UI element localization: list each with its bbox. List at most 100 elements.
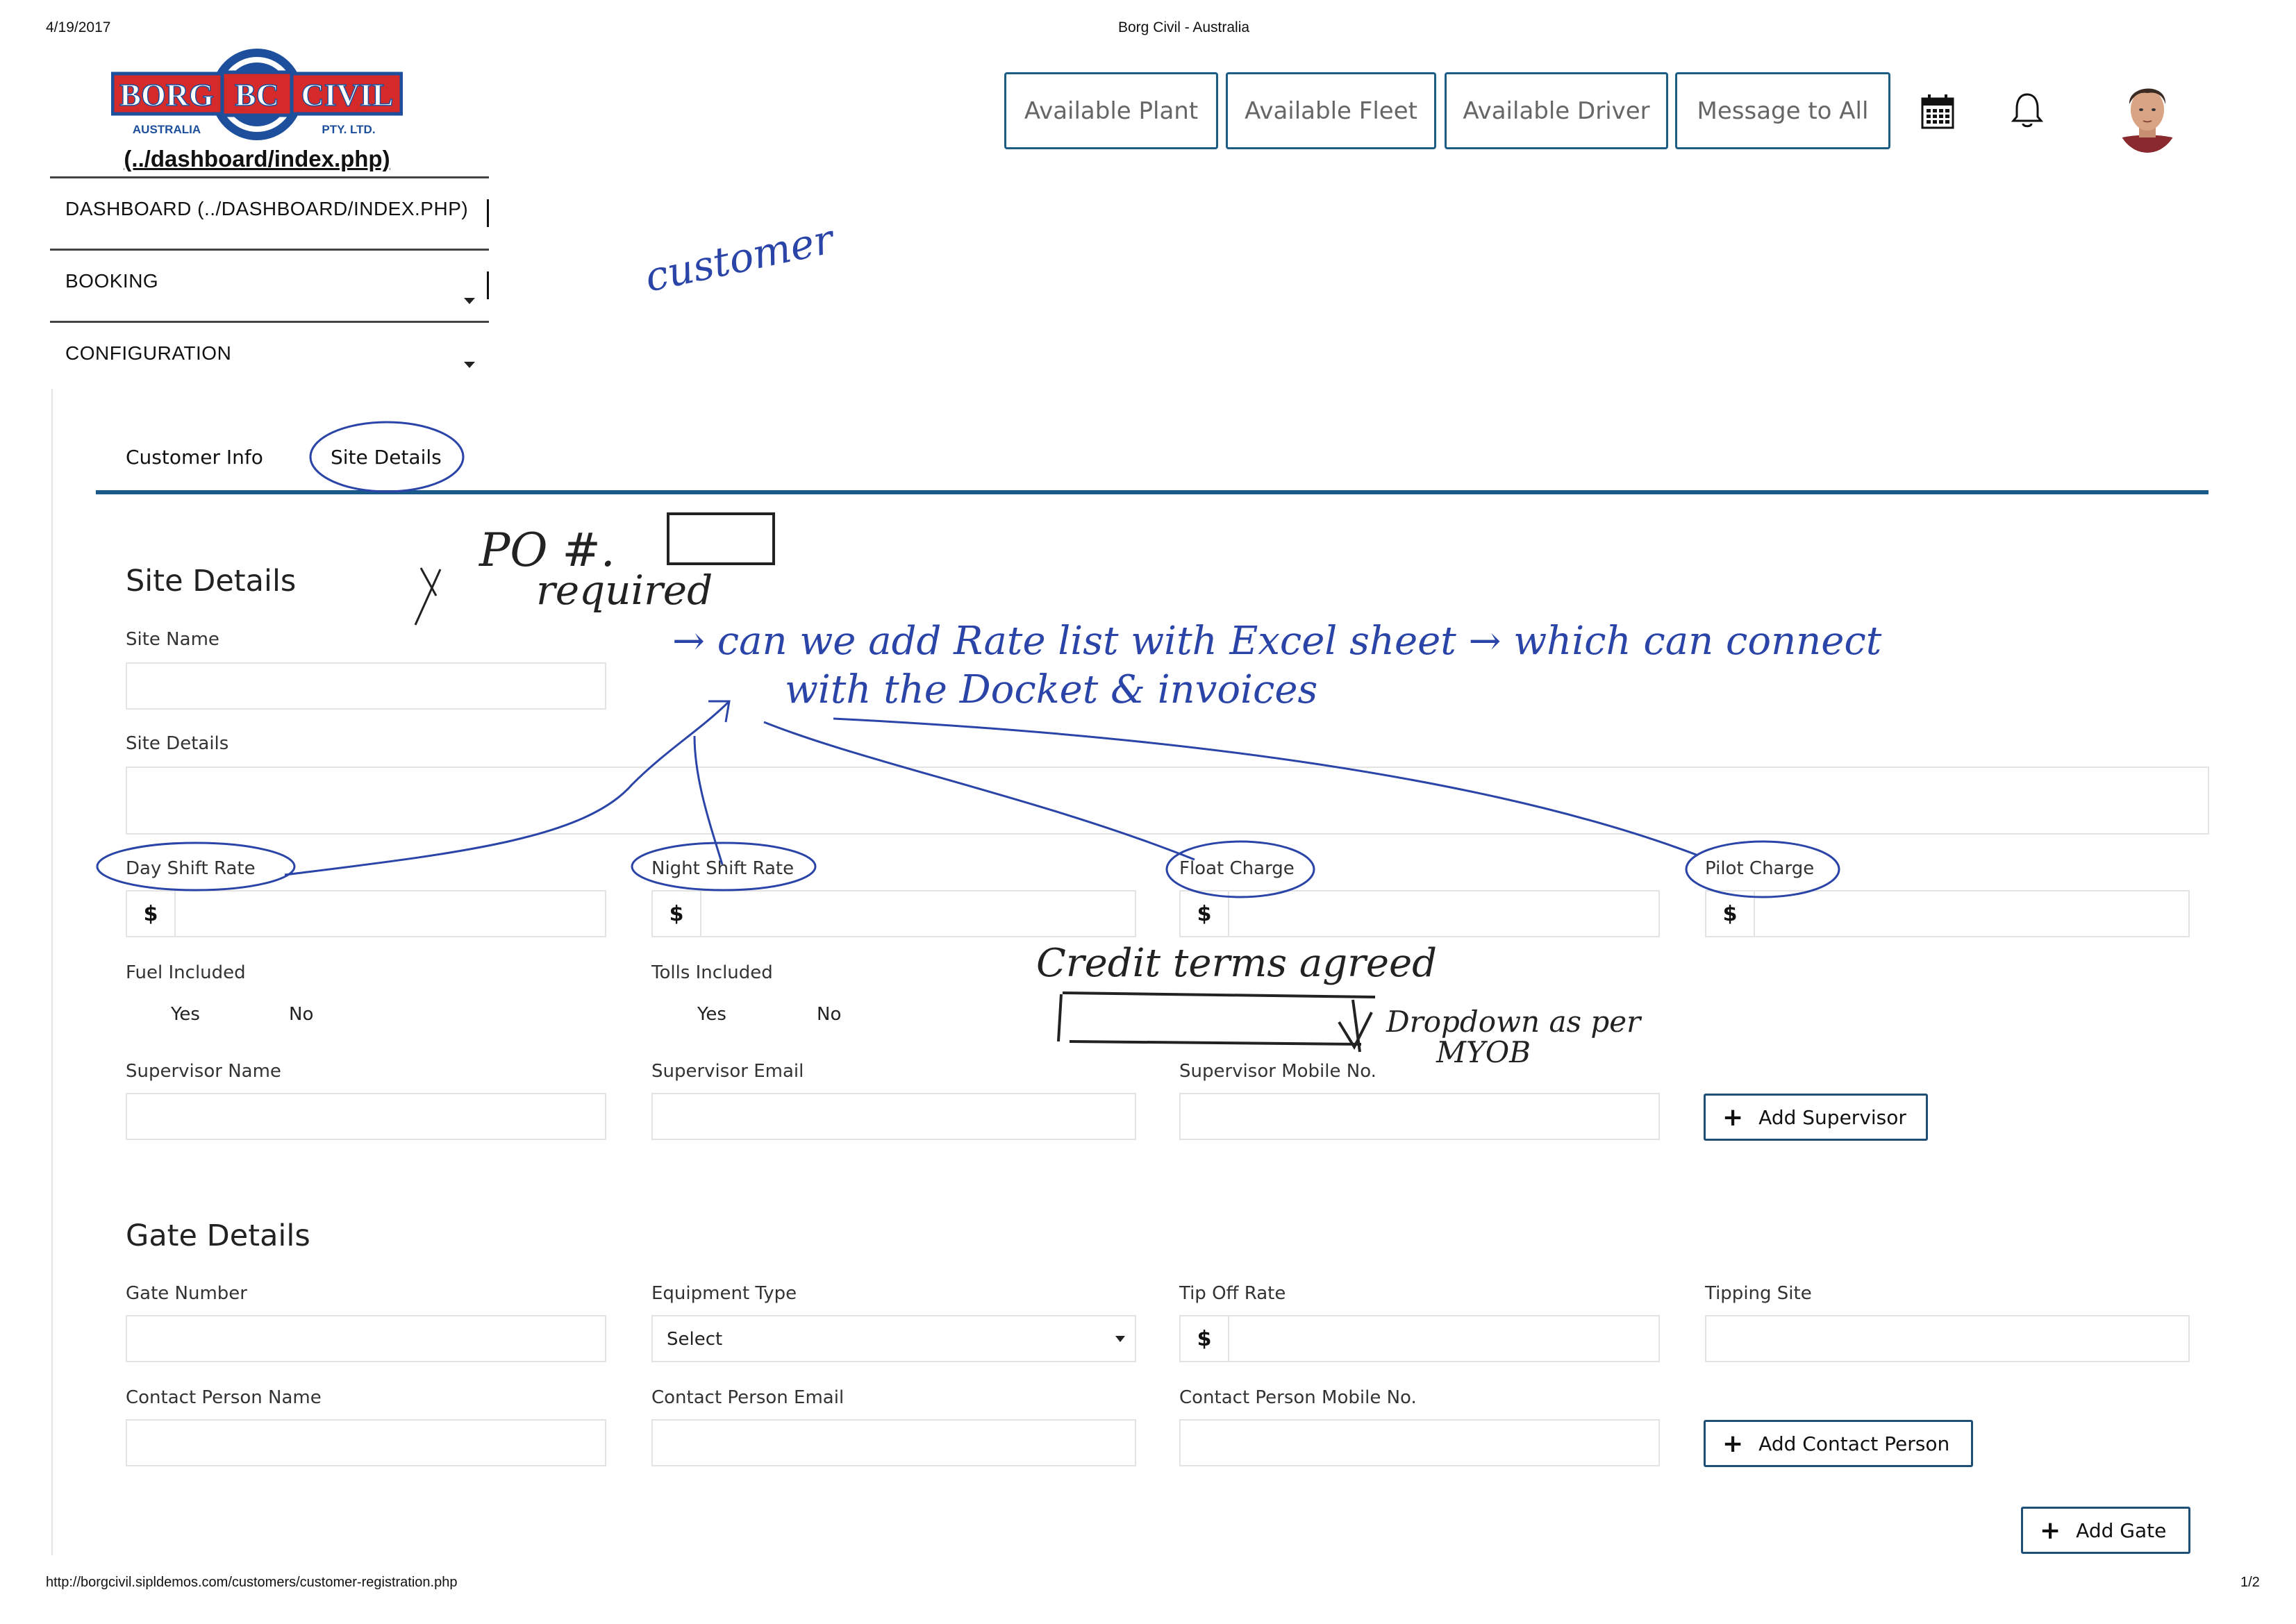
tipping-site-label: Tipping Site — [1705, 1283, 1812, 1304]
chevron-down-icon — [1115, 1336, 1125, 1342]
night-shift-rate-label: Night Shift Rate — [651, 858, 795, 879]
print-page-number: 1/2 — [2240, 1575, 2260, 1590]
handwritten-po: PO #. — [479, 524, 615, 577]
sidebar-nav: DASHBOARD (../DASHBOARD/INDEX.PHP) BOOKI… — [50, 176, 489, 393]
supervisor-mobile-input[interactable] — [1179, 1093, 1660, 1140]
handwritten-rate-list-line1: → can we add Rate list with Excel sheet … — [672, 619, 1882, 664]
tolls-included-label: Tolls Included — [651, 962, 773, 983]
logo-sub-left: AUSTRALIA — [133, 123, 201, 136]
equipment-type-select[interactable]: Select — [651, 1315, 1136, 1362]
sidebar-item-label: DASHBOARD (../DASHBOARD/INDEX.PHP) — [65, 198, 469, 219]
tip-off-rate-label: Tip Off Rate — [1179, 1283, 1286, 1304]
contact-person-name-label: Contact Person Name — [126, 1387, 322, 1408]
chevron-down-icon — [464, 298, 475, 304]
currency-prefix: $ — [1181, 891, 1229, 936]
handwritten-dropdown-box — [1057, 991, 1376, 1053]
add-supervisor-button[interactable]: + Add Supervisor — [1704, 1094, 1928, 1141]
plus-icon: + — [2040, 1516, 2061, 1545]
tolls-included-yes-radio[interactable]: Yes — [697, 1004, 726, 1025]
logo-sub-right: PTY. LTD. — [322, 123, 375, 136]
contact-person-mobile-input[interactable] — [1179, 1419, 1660, 1466]
handwritten-slash — [414, 567, 442, 626]
gate-details-heading: Gate Details — [126, 1219, 310, 1253]
sidebar-item-configuration[interactable]: CONFIGURATION — [50, 321, 489, 393]
tab-underline — [96, 490, 2208, 494]
add-contact-person-label: Add Contact Person — [1758, 1432, 1950, 1455]
sidebar-item-dashboard[interactable]: DASHBOARD (../DASHBOARD/INDEX.PHP) — [50, 176, 489, 249]
bell-icon[interactable] — [2011, 92, 2044, 132]
tolls-included-no-radio[interactable]: No — [817, 1004, 841, 1025]
add-gate-label: Add Gate — [2076, 1518, 2167, 1542]
message-to-all-button[interactable]: Message to All — [1675, 72, 1890, 149]
supervisor-name-input[interactable] — [126, 1093, 606, 1140]
print-url: http://borgcivil.sipldemos.com/customers… — [46, 1575, 458, 1590]
float-charge-input[interactable]: $ — [1179, 890, 1660, 937]
night-shift-rate-input[interactable]: $ — [651, 890, 1136, 937]
equipment-type-label: Equipment Type — [651, 1283, 797, 1304]
logo-text-left: BORG — [119, 77, 213, 112]
currency-prefix: $ — [1706, 891, 1755, 936]
site-details-textarea[interactable] — [126, 767, 2209, 835]
print-date: 4/19/2017 — [46, 19, 111, 35]
site-details-heading: Site Details — [126, 564, 297, 598]
content-left-border — [51, 389, 53, 1555]
gate-number-label: Gate Number — [126, 1283, 247, 1304]
pilot-charge-input[interactable]: $ — [1705, 890, 2190, 937]
handwritten-myob: MYOB — [1436, 1035, 1531, 1069]
print-title: Borg Civil - Australia — [1118, 19, 1250, 35]
supervisor-name-label: Supervisor Name — [126, 1061, 281, 1082]
site-details-label: Site Details — [126, 733, 229, 754]
currency-prefix: $ — [653, 891, 701, 936]
day-shift-rate-input[interactable]: $ — [126, 890, 606, 937]
equipment-type-value: Select — [667, 1329, 723, 1350]
supervisor-email-label: Supervisor Email — [651, 1061, 804, 1082]
user-avatar[interactable] — [2114, 74, 2181, 157]
plus-icon: + — [1722, 1103, 1744, 1132]
available-plant-button[interactable]: Available Plant — [1004, 72, 1218, 149]
float-charge-label: Float Charge — [1179, 858, 1295, 879]
handwritten-rate-list-line2: with the Docket & invoices — [785, 667, 1317, 712]
handwritten-required: required — [536, 567, 713, 614]
add-supervisor-label: Add Supervisor — [1758, 1105, 1906, 1129]
tab-site-details[interactable]: Site Details — [331, 446, 442, 469]
chevron-down-icon — [464, 362, 475, 368]
sidebar-item-label: CONFIGURATION — [65, 342, 232, 364]
contact-person-email-label: Contact Person Email — [651, 1387, 845, 1408]
handwritten-customer: customer — [641, 215, 840, 301]
add-contact-person-button[interactable]: + Add Contact Person — [1704, 1420, 1973, 1467]
divider — [487, 271, 489, 299]
sidebar-item-label: BOOKING — [65, 270, 159, 292]
logo-graphic: BORG BC CIVIL AUSTRALIA PTY. LTD. — [110, 49, 404, 140]
currency-prefix: $ — [127, 891, 176, 936]
logo-text-right: CIVIL — [301, 77, 394, 112]
pilot-charge-label: Pilot Charge — [1705, 858, 1815, 879]
contact-person-mobile-label: Contact Person Mobile No. — [1179, 1387, 1417, 1408]
gate-number-input[interactable] — [126, 1315, 606, 1362]
site-name-input[interactable] — [126, 662, 606, 710]
day-shift-rate-label: Day Shift Rate — [126, 858, 256, 879]
handwritten-credit-terms: Credit terms agreed — [1036, 941, 1437, 986]
brand-logo[interactable]: BORG BC CIVIL AUSTRALIA PTY. LTD. — [110, 46, 404, 143]
logo-text-mid: BC — [235, 77, 279, 112]
tab-customer-info[interactable]: Customer Info — [126, 446, 263, 469]
logo-link-text[interactable]: (../dashboard/index.php) — [111, 146, 403, 172]
divider — [487, 199, 489, 227]
supervisor-mobile-label: Supervisor Mobile No. — [1179, 1061, 1376, 1082]
handwritten-dropdown-note: Dropdown as per — [1386, 1005, 1642, 1039]
fuel-included-label: Fuel Included — [126, 962, 246, 983]
contact-person-name-input[interactable] — [126, 1419, 606, 1466]
plus-icon: + — [1722, 1429, 1744, 1458]
site-name-label: Site Name — [126, 629, 219, 650]
tipping-site-input[interactable] — [1705, 1315, 2190, 1362]
available-fleet-button[interactable]: Available Fleet — [1226, 72, 1436, 149]
sidebar-item-booking[interactable]: BOOKING — [50, 249, 489, 321]
tip-off-rate-input[interactable]: $ — [1179, 1315, 1660, 1362]
supervisor-email-input[interactable] — [651, 1093, 1136, 1140]
fuel-included-no-radio[interactable]: No — [289, 1004, 313, 1025]
handwritten-po-box — [667, 512, 775, 565]
fuel-included-yes-radio[interactable]: Yes — [171, 1004, 200, 1025]
available-driver-button[interactable]: Available Driver — [1445, 72, 1668, 149]
contact-person-email-input[interactable] — [651, 1419, 1136, 1466]
calendar-icon[interactable] — [1921, 94, 1954, 132]
add-gate-button[interactable]: + Add Gate — [2021, 1507, 2190, 1554]
